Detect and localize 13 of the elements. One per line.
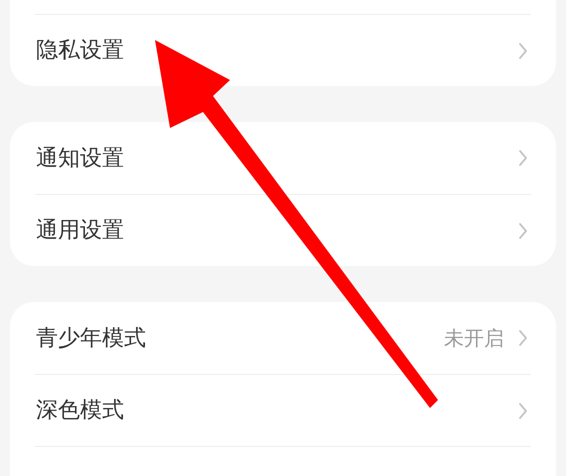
row-label: 青少年模式 bbox=[35, 324, 147, 352]
row-value: 未开启 bbox=[444, 325, 504, 352]
chevron-right-icon bbox=[518, 329, 528, 347]
chevron-right-icon bbox=[518, 149, 528, 167]
row-label: 通知设置 bbox=[35, 144, 125, 172]
row-label: 通用设置 bbox=[35, 217, 125, 245]
chevron-right-icon bbox=[518, 402, 528, 420]
chevron-right-icon bbox=[518, 222, 528, 240]
chevron-right-icon bbox=[518, 42, 528, 60]
row-label: 深色模式 bbox=[35, 397, 125, 425]
settings-row[interactable]: 通知设置 bbox=[35, 122, 531, 194]
row-label: 隐私设置 bbox=[35, 37, 125, 65]
settings-row[interactable]: 青少年模式 未开启 bbox=[35, 302, 531, 374]
